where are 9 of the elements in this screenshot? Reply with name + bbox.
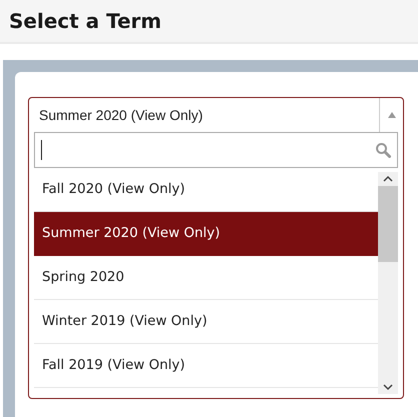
term-option[interactable]: Summer 2020 (View Only) [34, 212, 378, 256]
term-dropdown[interactable]: Summer 2020 (View Only) Fall 2020 (View Only) Summer 2020 (View Only) Spring 2020 Winter 2019 (View Only) Fall 2019 (View Only) [28, 97, 404, 399]
text-cursor [41, 140, 42, 160]
scrollbar[interactable] [378, 172, 398, 394]
search-field[interactable] [34, 132, 398, 168]
page-title: Select a Term [9, 11, 162, 31]
selected-term[interactable]: Summer 2020 (View Only) [29, 98, 379, 132]
scrollbar-thumb[interactable] [378, 186, 398, 262]
search-icon [375, 142, 391, 158]
